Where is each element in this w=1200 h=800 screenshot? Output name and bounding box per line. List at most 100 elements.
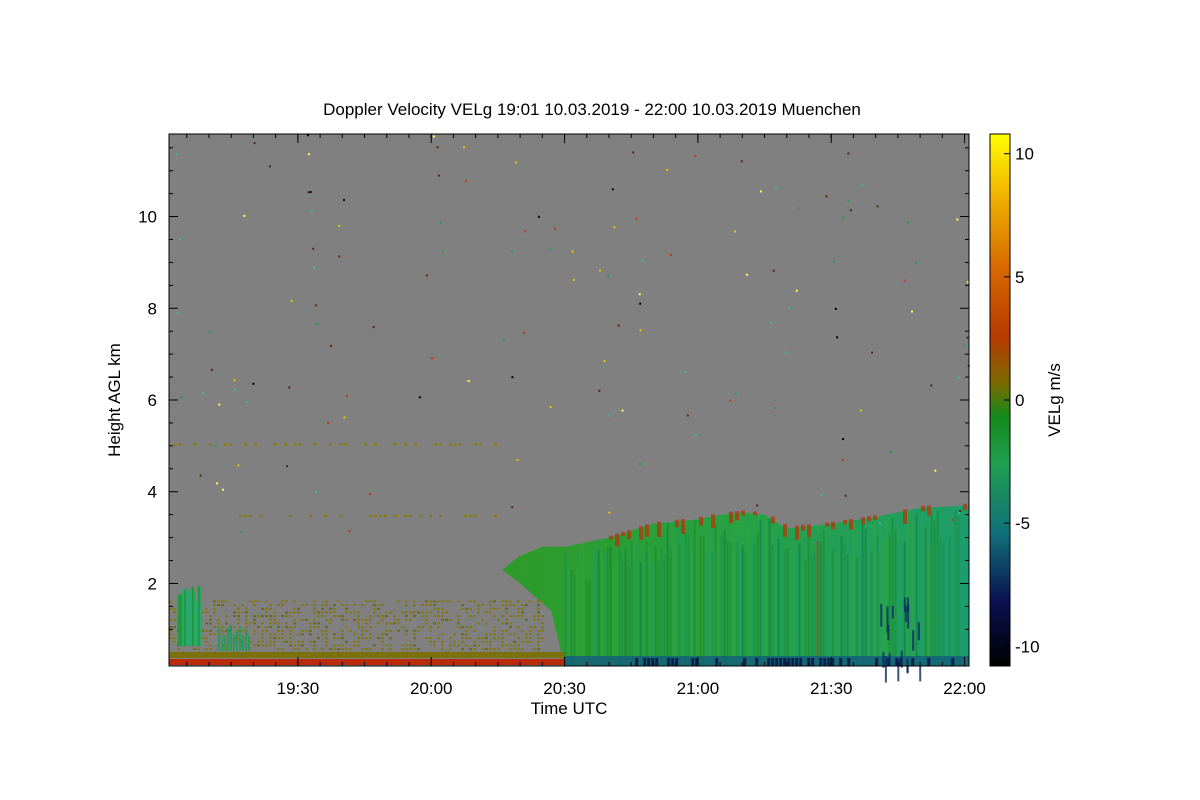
cloud-edge: [699, 517, 703, 526]
boundary-speckle: [453, 644, 456, 647]
noise-pixel: [841, 459, 844, 462]
cloud-edge: [801, 524, 805, 531]
speckle-line: [494, 514, 497, 517]
boundary-speckle: [329, 607, 332, 610]
boundary-speckle: [321, 629, 324, 632]
cloud-edge: [609, 535, 613, 540]
cloud-streak: [732, 548, 735, 666]
ground-dark-speck: [799, 658, 803, 666]
cloud-edge: [903, 509, 907, 524]
speckle-line: [194, 443, 197, 446]
boundary-speckle: [461, 637, 464, 640]
boundary-speckle: [413, 629, 416, 632]
boundary-speckle: [509, 604, 512, 607]
ground-dark-speck: [783, 658, 787, 666]
boundary-speckle: [309, 626, 312, 629]
cloud-edge: [825, 522, 829, 527]
cloud-streak: [780, 538, 783, 666]
boundary-speckle: [353, 640, 356, 643]
cloud-edge: [615, 533, 619, 547]
cloud-streak: [657, 563, 660, 666]
boundary-speckle: [509, 615, 512, 618]
cloud-streak: [762, 522, 765, 666]
boundary-speckle: [541, 629, 544, 632]
speckle-line: [419, 514, 422, 517]
boundary-speckle: [433, 644, 436, 647]
boundary-speckle: [269, 604, 272, 607]
boundary-speckle: [405, 604, 408, 607]
boundary-speckle: [325, 611, 328, 614]
cloud-streak: [864, 528, 867, 666]
cloud-streak: [720, 536, 723, 666]
cloud-edge: [963, 503, 967, 510]
noise-pixel: [437, 174, 440, 177]
noise-pixel: [903, 279, 906, 282]
boundary-speckle: [277, 629, 280, 632]
cloud-streak: [684, 531, 687, 666]
speckle-line: [459, 443, 462, 446]
cloud-streak: [759, 520, 762, 666]
noise-pixel: [218, 403, 221, 406]
boundary-speckle: [289, 640, 292, 643]
boundary-speckle: [253, 633, 256, 636]
boundary-speckle: [385, 622, 388, 625]
boundary-speckle: [525, 618, 528, 621]
ground-dark-speck: [647, 658, 651, 666]
boundary-speckle: [289, 633, 292, 636]
boundary-speckle: [205, 611, 208, 614]
cloud-streak: [591, 563, 594, 666]
boundary-speckle: [357, 622, 360, 625]
boundary-speckle: [297, 640, 300, 643]
boundary-speckle: [477, 611, 480, 614]
boundary-speckle: [509, 600, 512, 603]
boundary-speckle: [521, 611, 524, 614]
boundary-speckle: [485, 611, 488, 614]
boundary-speckle: [477, 607, 480, 610]
cloud-streak: [945, 536, 948, 666]
boundary-speckle: [217, 618, 220, 621]
speckle-line: [479, 443, 482, 446]
noise-pixel: [756, 504, 759, 507]
early-plume: [232, 634, 235, 651]
dark-patch: [888, 653, 891, 666]
noise-pixel: [957, 376, 960, 379]
boundary-speckle: [277, 637, 280, 640]
boundary-speckle: [537, 640, 540, 643]
boundary-speckle: [533, 615, 536, 618]
boundary-speckle: [269, 644, 272, 647]
noise-pixel: [180, 396, 183, 399]
boundary-speckle: [405, 600, 408, 603]
boundary-speckle: [217, 604, 220, 607]
cloud-edge: [831, 521, 835, 530]
cloud-streak: [846, 554, 849, 666]
boundary-speckle: [177, 648, 180, 651]
boundary-speckle: [469, 607, 472, 610]
boundary-speckle: [357, 626, 360, 629]
boundary-speckle: [277, 626, 280, 629]
boundary-speckle: [405, 615, 408, 618]
cloud-edge: [795, 525, 799, 540]
boundary-speckle: [517, 626, 520, 629]
noise-pixel: [314, 304, 317, 307]
boundary-speckle: [261, 622, 264, 625]
boundary-speckle: [373, 611, 376, 614]
colorbar-label: VELg m/s: [1045, 363, 1064, 437]
boundary-speckle: [489, 633, 492, 636]
cloud-streak: [942, 542, 945, 666]
boundary-speckle: [537, 633, 540, 636]
ground-dark-speck: [715, 658, 719, 666]
boundary-speckle: [261, 637, 264, 640]
cloud-edge: [843, 520, 847, 525]
cloud-streak: [921, 520, 924, 666]
boundary-speckle: [241, 611, 244, 614]
boundary-speckle: [305, 629, 308, 632]
cloud-edge: [735, 511, 739, 521]
boundary-speckle: [257, 644, 260, 647]
noise-pixel: [795, 289, 798, 292]
noise-pixel: [290, 300, 293, 303]
noise-pixel: [798, 207, 801, 210]
boundary-speckle: [369, 600, 372, 603]
cloud-streak: [804, 560, 807, 666]
boundary-speckle: [221, 604, 224, 607]
boundary-speckle: [285, 600, 288, 603]
